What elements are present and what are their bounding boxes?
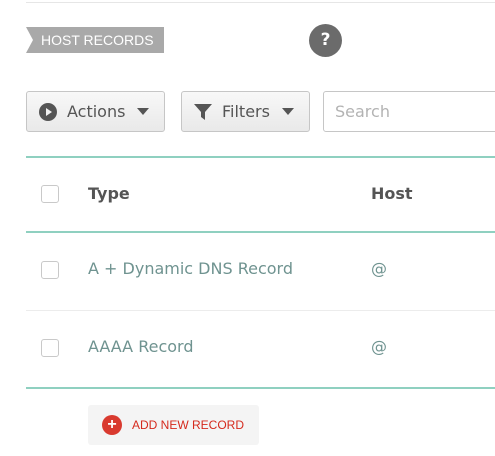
row-divider: [26, 310, 495, 311]
section-title-label: HOST RECORDS: [41, 32, 154, 48]
record-host-cell[interactable]: @: [371, 337, 387, 356]
filters-button[interactable]: Filters: [181, 91, 310, 132]
actions-button[interactable]: Actions: [26, 91, 165, 132]
table-bottom-border: [26, 387, 495, 389]
table-header-border: [26, 231, 495, 233]
top-divider: [26, 2, 495, 3]
help-icon[interactable]: ?: [309, 24, 342, 57]
row-checkbox[interactable]: [41, 339, 59, 357]
funnel-icon: [194, 103, 212, 120]
plus-circle-icon: +: [102, 415, 122, 435]
column-header-type: Type: [88, 184, 130, 203]
host-records-panel: HOST RECORDS ? Actions Filters Type Host…: [0, 0, 495, 456]
add-new-record-button[interactable]: + ADD NEW RECORD: [88, 405, 259, 445]
chevron-down-icon: [137, 108, 150, 115]
add-new-record-label: ADD NEW RECORD: [132, 418, 245, 432]
column-header-host: Host: [371, 184, 413, 203]
table-top-border: [26, 156, 495, 158]
select-all-checkbox[interactable]: [41, 185, 59, 203]
record-type-cell[interactable]: AAAA Record: [88, 337, 193, 356]
actions-button-label: Actions: [67, 102, 126, 121]
search-input[interactable]: [323, 91, 495, 132]
row-checkbox[interactable]: [41, 261, 59, 279]
filters-button-label: Filters: [222, 102, 270, 121]
section-title: HOST RECORDS: [26, 27, 164, 53]
play-circle-icon: [39, 102, 57, 121]
chevron-down-icon: [281, 108, 294, 115]
record-host-cell[interactable]: @: [371, 259, 387, 278]
record-type-cell[interactable]: A + Dynamic DNS Record: [88, 259, 293, 278]
